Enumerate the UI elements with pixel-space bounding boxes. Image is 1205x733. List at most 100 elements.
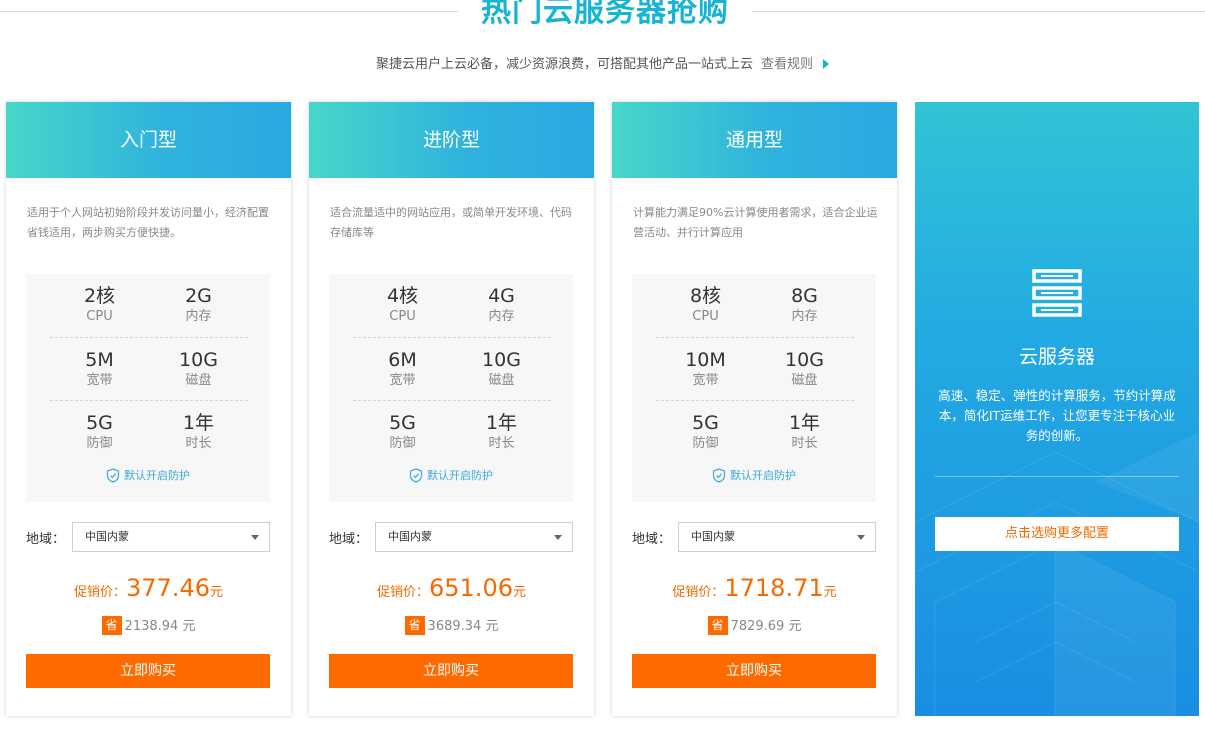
spec-row: 5G 防御 1年 时长 — [656, 400, 854, 463]
region-select[interactable]: 中国内蒙 — [375, 522, 573, 552]
spec-label: 时长 — [791, 436, 818, 451]
plan-description: 计算能力满足90%云计算使用者需求，适合企业运营活动、并行计算应用 — [633, 206, 878, 239]
spec-label: 内存 — [791, 309, 818, 324]
spec-disk: 10G 磁盘 — [149, 348, 248, 390]
region-select[interactable]: 中国内蒙 — [678, 522, 876, 552]
spec-value: 5G — [86, 412, 113, 434]
spec-bandwidth: 5M 宽带 — [50, 348, 149, 390]
save-badge: 省 — [707, 616, 728, 635]
spec-row: 4核 CPU 4G 内存 — [353, 274, 551, 337]
savings: 省 2138.94 元 — [6, 615, 291, 636]
protection-text: 默认开启防护 — [124, 469, 190, 482]
spec-value: 1年 — [485, 412, 518, 434]
savings: 省 7829.69 元 — [612, 615, 897, 636]
plan-card-general: 通用型 计算能力满足90%云计算使用者需求，适合企业运营活动、并行计算应用 8核… — [612, 102, 897, 716]
region-label: 地域： — [26, 532, 66, 547]
spec-disk: 10G 磁盘 — [452, 348, 551, 390]
spec-value: 4核 — [386, 285, 419, 307]
price-unit: 元 — [823, 585, 837, 600]
spec-value: 4G — [488, 285, 515, 307]
save-badge: 省 — [404, 616, 425, 635]
spec-label: 时长 — [185, 436, 212, 451]
shield-check-icon — [712, 467, 726, 483]
spec-label: CPU — [692, 309, 719, 324]
spec-row: 2核 CPU 2G 内存 — [50, 274, 248, 337]
spec-cpu: 8核 CPU — [656, 284, 755, 326]
spec-duration: 1年 时长 — [755, 411, 854, 453]
spec-bandwidth: 10M 宽带 — [656, 348, 755, 390]
spec-value: 8核 — [689, 285, 722, 307]
buy-now-button[interactable]: 立即购买 — [632, 654, 876, 688]
spec-label: CPU — [389, 309, 416, 324]
promo-price: 促销价：651.06元 — [309, 574, 594, 602]
shield-check-icon — [106, 467, 120, 483]
spec-label: 防御 — [692, 436, 719, 451]
promo-description: 高速、稳定、弹性的计算服务，节约计算成本，简化IT运维工作，让您更专注于核心业务… — [938, 388, 1176, 443]
spec-row: 5G 防御 1年时长 — [353, 400, 551, 463]
spec-label: 内存 — [488, 309, 515, 324]
promo-divider — [935, 476, 1179, 477]
spec-disk: 10G 磁盘 — [755, 348, 854, 390]
price-unit: 元 — [209, 585, 223, 600]
price-value: 377.46 — [126, 574, 210, 602]
buy-now-button[interactable]: 立即购买 — [26, 654, 270, 688]
spec-label: 磁盘 — [791, 373, 818, 388]
more-configs-button[interactable]: 点击选购更多配置 — [935, 517, 1179, 551]
spec-label: 防御 — [86, 436, 113, 451]
spec-label: 防御 — [389, 436, 416, 451]
savings: 省 3689.34 元 — [309, 615, 594, 636]
region-select[interactable]: 中国内蒙 — [72, 522, 270, 552]
price-label: 促销价： — [73, 585, 126, 600]
spec-memory: 4G 内存 — [452, 284, 551, 326]
region-value: 中国内蒙 — [691, 530, 735, 543]
spec-memory: 2G 内存 — [149, 284, 248, 326]
plan-description: 适用于个人网站初始阶段并发访问量小，经济配置省钱适用，两步购买方便快捷。 — [27, 206, 269, 239]
spec-row: 8核 CPU 8G 内存 — [656, 274, 854, 337]
view-rules-link[interactable]: 查看规则 — [761, 57, 813, 72]
price-label: 促销价： — [376, 585, 429, 600]
section-title: 热门云服务器抢购 — [481, 0, 729, 29]
spec-duration: 1年时长 — [452, 411, 551, 453]
spec-duration: 1年时长 — [149, 411, 248, 453]
region-value: 中国内蒙 — [388, 530, 432, 543]
spec-label: 宽带 — [692, 373, 719, 388]
spec-value: 2核 — [83, 285, 116, 307]
price-value: 651.06 — [429, 574, 513, 602]
price-unit: 元 — [512, 585, 526, 600]
spec-label: 宽带 — [86, 373, 113, 388]
spec-value: 1年 — [182, 412, 215, 434]
server-icon — [1032, 269, 1082, 317]
protection-note: 默认开启防护 — [329, 467, 573, 484]
spec-cpu: 2核 CPU — [50, 284, 149, 326]
spec-value: 5G — [692, 412, 719, 434]
spec-label: 时长 — [488, 436, 515, 451]
spec-bandwidth: 6M 宽带 — [353, 348, 452, 390]
price-value: 1718.71 — [724, 574, 824, 602]
buy-now-button[interactable]: 立即购买 — [329, 654, 573, 688]
save-amount: 7829.69 元 — [730, 619, 802, 634]
spec-label: CPU — [86, 309, 113, 324]
spec-value: 10M — [685, 349, 726, 371]
heading-divider-right — [752, 11, 1205, 12]
spec-label: 磁盘 — [488, 373, 515, 388]
protection-note: 默认开启防护 — [632, 467, 876, 484]
cloud-server-promo-panel: 云服务器 高速、稳定、弹性的计算服务，节约计算成本，简化IT运维工作，让您更专注… — [915, 102, 1199, 716]
spec-label: 磁盘 — [185, 373, 212, 388]
section-heading: 热门云服务器抢购 — [0, 0, 1205, 40]
play-arrow-icon[interactable] — [823, 58, 830, 69]
spec-defense: 5G 防御 — [656, 411, 755, 453]
plan-title: 入门型 — [6, 102, 291, 178]
region-value: 中国内蒙 — [85, 530, 129, 543]
spec-value: 5G — [389, 412, 416, 434]
spec-row: 5M 宽带 10G 磁盘 — [50, 337, 248, 400]
region-label: 地域： — [632, 532, 672, 547]
heading-divider-left — [0, 11, 458, 12]
plan-title: 通用型 — [612, 102, 897, 178]
spec-row: 10M 宽带 10G 磁盘 — [656, 337, 854, 400]
spec-table: 4核 CPU 4G 内存 6M 宽带 10G 磁盘 5G 防御 1年时长 默认开启防护 — [329, 274, 573, 502]
spec-value: 2G — [185, 285, 212, 307]
spec-row: 6M 宽带 10G 磁盘 — [353, 337, 551, 400]
spec-row: 5G 防御 1年时长 — [50, 400, 248, 463]
protection-note: 默认开启防护 — [26, 467, 270, 484]
spec-label: 宽带 — [389, 373, 416, 388]
